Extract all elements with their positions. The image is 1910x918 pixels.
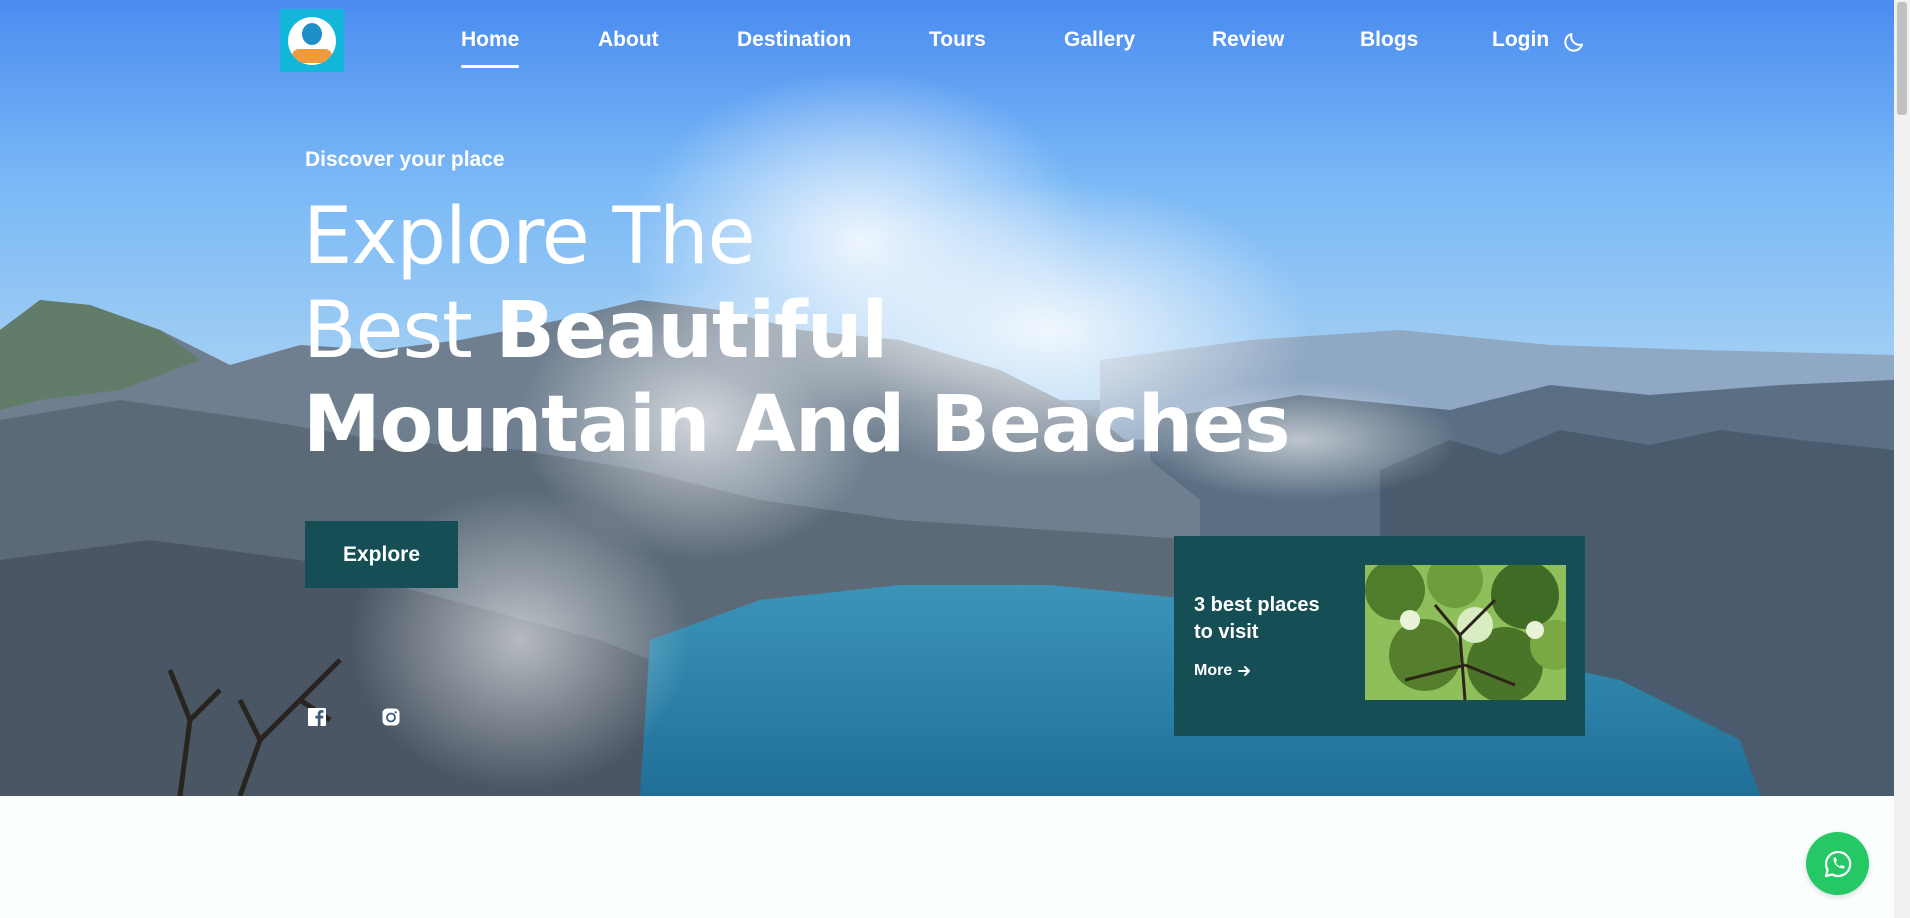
nav-item-home[interactable]: Home (461, 28, 520, 68)
scrollbar-thumb[interactable] (1897, 2, 1907, 115)
headline-line-2-bold: Beautiful (495, 286, 889, 376)
card-more-label: More (1194, 662, 1233, 679)
page-scrollbar[interactable] (1894, 0, 1910, 918)
instagram-icon[interactable] (381, 707, 401, 727)
nav-item-about[interactable]: About (598, 28, 659, 52)
headline-line-1: Explore The (303, 192, 756, 282)
top-navigation: Home About Destination Tours Gallery Rev… (0, 0, 1894, 84)
nav-item-login[interactable]: Login (1492, 28, 1549, 52)
headline-line-2-light: Best (303, 286, 496, 376)
card-title: 3 best places to visit (1194, 594, 1320, 643)
nav-item-tours[interactable]: Tours (929, 28, 986, 52)
logo-emblem (288, 16, 336, 65)
places-card[interactable]: 3 best places to visit More (1174, 536, 1585, 736)
hero-section: Home About Destination Tours Gallery Rev… (0, 0, 1894, 796)
nav-item-blogs[interactable]: Blogs (1360, 28, 1418, 52)
nav-item-destination[interactable]: Destination (737, 28, 851, 52)
moon-icon[interactable] (1562, 30, 1586, 54)
card-more-link[interactable]: More (1194, 662, 1252, 680)
headline-line-2: Best Beautiful (303, 284, 1290, 378)
nav-item-gallery[interactable]: Gallery (1064, 28, 1135, 52)
explore-button[interactable]: Explore (305, 521, 458, 588)
whatsapp-button[interactable] (1806, 832, 1869, 895)
card-forest-image (1365, 565, 1566, 700)
arrow-right-icon (1238, 666, 1251, 676)
whatsapp-icon (1824, 850, 1851, 877)
hero-eyebrow: Discover your place (305, 148, 505, 171)
headline-line-3: Mountain And Beaches (303, 380, 1291, 470)
facebook-icon[interactable] (307, 707, 327, 727)
nav-item-review[interactable]: Review (1212, 28, 1284, 52)
hero-headline: Explore The Best Beautiful Mountain And … (303, 190, 1291, 472)
site-logo[interactable] (280, 9, 344, 72)
